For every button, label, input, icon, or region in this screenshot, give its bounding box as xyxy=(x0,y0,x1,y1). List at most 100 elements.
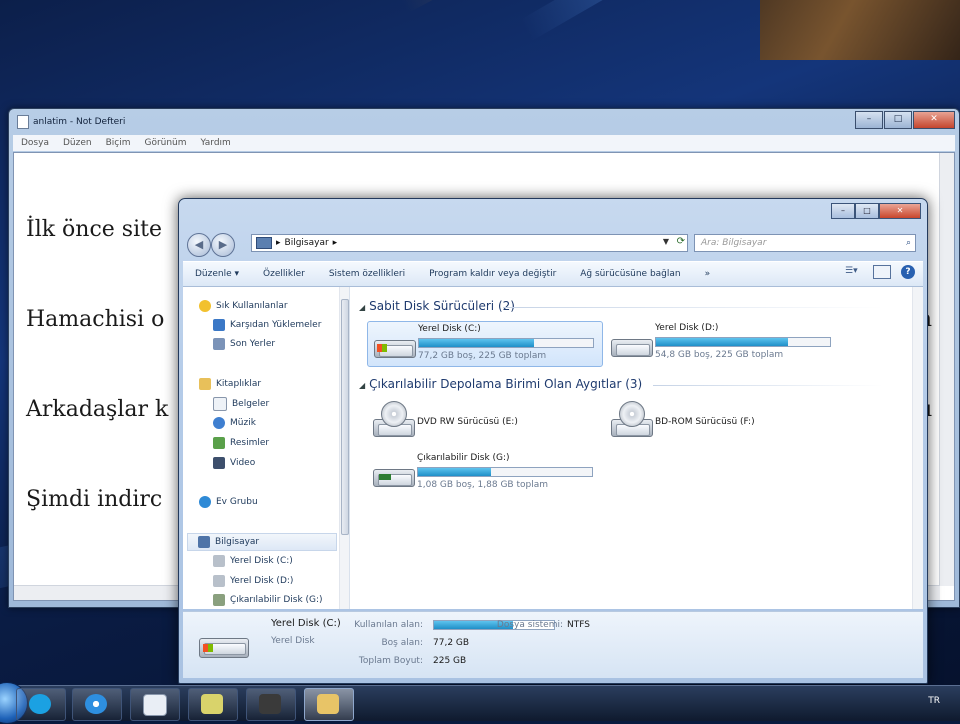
more-commands-button[interactable]: » xyxy=(693,263,723,285)
minimize-button[interactable]: – xyxy=(855,111,883,129)
windows-logo-icon xyxy=(377,344,387,352)
drive-e-tile[interactable]: DVD RW Sürücüsü (E:) xyxy=(367,401,601,445)
menu-edit[interactable]: Düzen xyxy=(63,138,92,148)
language-indicator[interactable]: TR xyxy=(928,696,940,706)
group-header-removable[interactable]: ◢ Çıkarılabilir Depolama Birimi Olan Aygı… xyxy=(359,377,642,391)
drive-free-space: 1,08 GB boş, 1,88 GB toplam xyxy=(417,480,548,490)
organize-button[interactable]: Düzenle ▾ xyxy=(183,263,251,285)
nav-libraries[interactable]: Kitaplıklar xyxy=(199,375,261,393)
dvd-drive-icon xyxy=(373,401,415,437)
skype-icon xyxy=(29,694,51,714)
drive-name: Yerel Disk (C:) xyxy=(418,324,481,334)
nav-label: Belgeler xyxy=(232,399,270,409)
taskbar-notepad[interactable] xyxy=(130,688,180,721)
drive-c-tile[interactable]: Yerel Disk (C:) 77,2 GB boş, 225 GB topl… xyxy=(367,321,603,367)
drive-name: BD-ROM Sürücüsü (F:) xyxy=(655,417,755,427)
hard-drive-icon xyxy=(213,555,225,567)
libraries-icon xyxy=(199,378,211,390)
menu-view[interactable]: Görünüm xyxy=(144,138,186,148)
nav-drive-g[interactable]: Çıkarılabilir Disk (G:) xyxy=(213,591,323,609)
system-properties-button[interactable]: Sistem özellikleri xyxy=(317,263,417,285)
nav-favorites[interactable]: Sık Kullanılanlar xyxy=(199,297,288,315)
text-line: Arkadaşlar k xyxy=(26,397,169,422)
address-bar[interactable]: ▸ Bilgisayar ▸ ▼ ⟳ xyxy=(251,234,688,252)
minimize-button[interactable]: – xyxy=(831,203,855,219)
collapse-icon[interactable]: ◢ xyxy=(359,381,365,390)
search-input[interactable]: Ara: Bilgisayar ⌕ xyxy=(694,234,916,252)
drive-f-tile[interactable]: BD-ROM Sürücüsü (F:) xyxy=(605,401,839,445)
nav-recent-places[interactable]: Son Yerler xyxy=(213,335,275,353)
nav-label: Video xyxy=(230,458,256,468)
nav-pane-scrollbar[interactable] xyxy=(339,287,349,609)
maximize-button[interactable]: □ xyxy=(855,203,879,219)
taskbar-movie-maker[interactable] xyxy=(246,688,296,721)
nav-music[interactable]: Müzik xyxy=(213,414,256,432)
text-line: Hamachisi o xyxy=(26,307,165,332)
change-view-icon[interactable]: ☰▾ xyxy=(845,266,863,278)
taskbar-explorer[interactable] xyxy=(304,688,354,721)
nav-downloads[interactable]: Karşıdan Yüklemeler xyxy=(213,316,321,334)
breadcrumb-separator[interactable]: ▸ xyxy=(276,238,281,248)
details-drive-name: Yerel Disk (C:) xyxy=(271,618,341,629)
taskbar-media[interactable] xyxy=(72,688,122,721)
details-fs-value: NTFS xyxy=(567,620,590,630)
menu-help[interactable]: Yardım xyxy=(201,138,231,148)
nav-label: Yerel Disk (D:) xyxy=(230,576,294,586)
notepad-titlebar[interactable]: anlatim - Not Defteri xyxy=(17,113,125,131)
music-icon xyxy=(213,417,225,429)
refresh-icon[interactable]: ⟳ xyxy=(677,236,685,247)
menu-file[interactable]: Dosya xyxy=(21,138,49,148)
uninstall-program-button[interactable]: Program kaldır veya değiştir xyxy=(417,263,568,285)
maximize-button[interactable]: □ xyxy=(884,111,912,129)
map-network-drive-button[interactable]: Ağ sürücüsüne bağlan xyxy=(568,263,692,285)
breadcrumb[interactable]: Bilgisayar xyxy=(285,238,329,248)
recent-places-icon xyxy=(213,338,225,350)
nav-drive-d[interactable]: Yerel Disk (D:) xyxy=(213,572,293,590)
nav-label: Yerel Disk (C:) xyxy=(230,556,293,566)
nav-label: Resimler xyxy=(230,438,270,448)
main-pane-scrollbar[interactable] xyxy=(912,287,923,609)
drive-g-tile[interactable]: Çıkarılabilir Disk (G:) 1,08 GB boş, 1,8… xyxy=(367,451,601,495)
preview-pane-icon[interactable] xyxy=(873,265,891,279)
search-icon[interactable]: ⌕ xyxy=(906,235,911,251)
back-button[interactable]: ◀ xyxy=(187,233,211,257)
properties-button[interactable]: Özellikler xyxy=(251,263,317,285)
chevron-down-icon[interactable]: ▼ xyxy=(663,237,669,246)
drive-free-space: 54,8 GB boş, 225 GB toplam xyxy=(655,350,784,360)
menu-format[interactable]: Biçim xyxy=(106,138,131,148)
breadcrumb-separator[interactable]: ▸ xyxy=(333,238,338,248)
notepad-icon xyxy=(17,115,29,129)
close-button[interactable]: ✕ xyxy=(879,203,921,219)
group-title: Sabit Disk Sürücüleri (2) xyxy=(369,299,515,313)
drive-usage-bar xyxy=(655,337,831,347)
drive-name: DVD RW Sürücüsü (E:) xyxy=(417,417,518,427)
film-icon xyxy=(259,694,281,714)
text-line: Şimdi indirc xyxy=(26,487,163,512)
nav-label: Çıkarılabilir Disk (G:) xyxy=(230,595,323,605)
close-button[interactable]: ✕ xyxy=(913,111,955,129)
scrollbar-thumb[interactable] xyxy=(341,299,349,535)
toolbar-right-group: ☰▾ ? xyxy=(845,265,915,279)
group-header-fixed-disks[interactable]: ◢ Sabit Disk Sürücüleri (2) xyxy=(359,299,515,313)
collapse-icon[interactable]: ◢ xyxy=(359,303,365,312)
nav-documents[interactable]: Belgeler xyxy=(213,395,269,413)
nav-drive-c[interactable]: Yerel Disk (C:) xyxy=(213,552,293,570)
notepad-title: anlatim - Not Defteri xyxy=(33,117,126,127)
divider xyxy=(503,307,883,308)
forward-button[interactable]: ▶ xyxy=(211,233,235,257)
hard-drive-icon xyxy=(199,630,249,660)
details-total-label: Toplam Boyut: xyxy=(358,656,423,666)
pictures-icon xyxy=(213,437,225,449)
nav-homegroup[interactable]: Ev Grubu xyxy=(199,493,258,511)
bd-rom-drive-icon xyxy=(611,401,653,437)
nav-videos[interactable]: Video xyxy=(213,454,255,472)
help-icon[interactable]: ? xyxy=(901,265,915,279)
nav-computer[interactable]: Bilgisayar xyxy=(187,533,337,551)
drive-name: Çıkarılabilir Disk (G:) xyxy=(417,453,510,463)
taskbar-sticky-notes[interactable] xyxy=(188,688,238,721)
nav-pictures[interactable]: Resimler xyxy=(213,434,269,452)
vertical-scrollbar[interactable] xyxy=(939,153,954,586)
details-drive-type: Yerel Disk xyxy=(271,636,315,646)
taskbar-skype[interactable] xyxy=(16,688,66,721)
drive-d-tile[interactable]: Yerel Disk (D:) 54,8 GB boş, 225 GB topl… xyxy=(605,321,839,365)
